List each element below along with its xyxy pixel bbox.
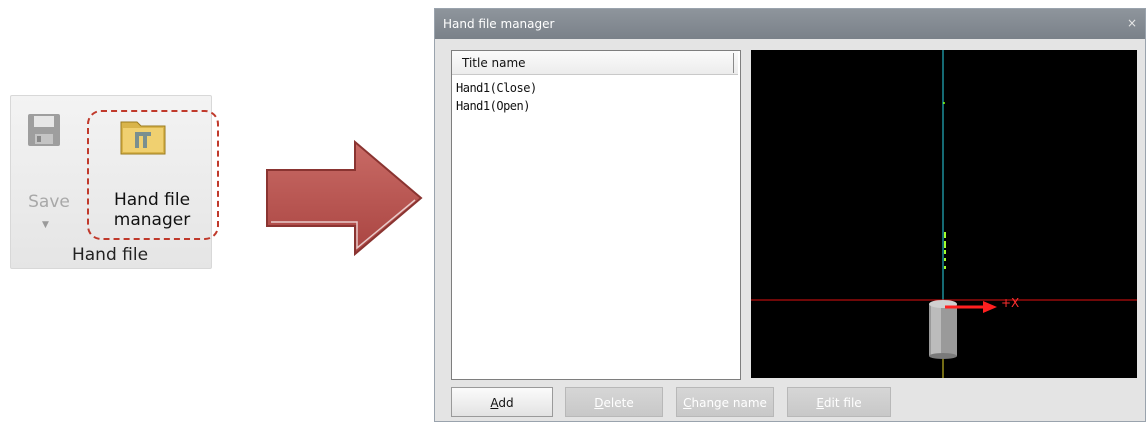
dialog-titlebar[interactable]: Hand file manager × xyxy=(435,9,1145,39)
hand-file-manager-button[interactable]: Hand file manager xyxy=(87,110,219,240)
list-column-header-label: Title name xyxy=(462,56,526,70)
x-axis-label: +X xyxy=(1001,296,1020,310)
add-button[interactable]: Add xyxy=(451,387,553,417)
arrow-right-icon xyxy=(266,139,423,257)
column-separator[interactable] xyxy=(733,53,734,73)
list-item[interactable]: Hand1(Open) xyxy=(456,99,530,113)
hand-file-list[interactable]: Title name Hand1(Close) Hand1(Open) xyxy=(451,50,741,380)
list-item[interactable]: Hand1(Close) xyxy=(456,81,537,95)
hand-file-manager-label: Hand file manager xyxy=(113,190,191,230)
hand-file-manager-folder-icon xyxy=(120,121,166,155)
save-button[interactable]: Save ▼ xyxy=(20,100,80,240)
save-label: Save xyxy=(28,192,70,212)
delete-button[interactable]: Delete xyxy=(565,387,663,417)
edit-file-button[interactable]: Edit file xyxy=(787,387,891,417)
save-icon xyxy=(28,114,60,146)
change-name-button[interactable]: Change name xyxy=(676,387,774,417)
hand-file-manager-dialog: Hand file manager × Title name Hand1(Clo… xyxy=(434,8,1146,422)
close-icon[interactable]: × xyxy=(1127,16,1137,30)
viewport-canvas xyxy=(751,50,1137,378)
hand-3d-model-icon xyxy=(929,300,957,359)
hand-3d-viewport[interactable]: +X xyxy=(751,50,1137,378)
dialog-title: Hand file manager xyxy=(443,17,555,31)
list-column-header[interactable]: Title name xyxy=(452,51,738,75)
ribbon-group-label: Hand file xyxy=(71,245,149,265)
save-dropdown-arrow[interactable]: ▼ xyxy=(42,220,49,230)
